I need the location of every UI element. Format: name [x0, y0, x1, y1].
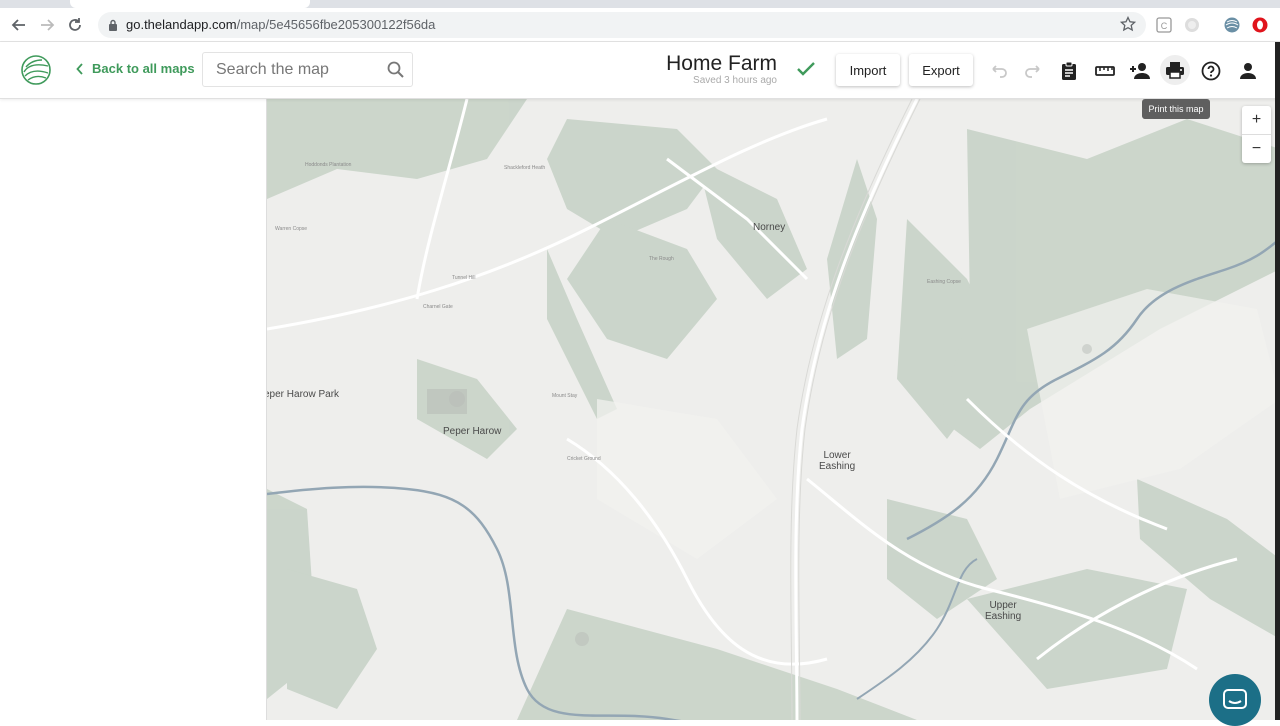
- extension-globe-icon[interactable]: [1183, 16, 1201, 34]
- back-arrow-icon[interactable]: [8, 14, 30, 36]
- small-label: The Rough: [649, 256, 674, 262]
- print-icon[interactable]: [1160, 55, 1190, 85]
- bookmark-star-icon[interactable]: [1120, 16, 1136, 32]
- undo-icon[interactable]: [985, 58, 1011, 84]
- back-to-all-maps-link[interactable]: Back to all maps: [76, 61, 195, 76]
- search-icon[interactable]: [386, 60, 406, 80]
- import-button[interactable]: Import: [836, 54, 900, 86]
- extension-icon[interactable]: C: [1155, 16, 1173, 34]
- zoom-control: + −: [1242, 106, 1271, 163]
- place-label-peper-harow-park: eper Harow Park: [267, 389, 340, 400]
- screen-edge: [1275, 42, 1280, 720]
- place-label-line: Eashing: [985, 611, 1022, 622]
- saved-check-icon: [797, 62, 815, 76]
- svg-text:C: C: [1161, 21, 1168, 31]
- place-label-lower-eashing: Lower Eashing: [819, 450, 855, 472]
- chat-launcher-button[interactable]: [1209, 674, 1261, 726]
- place-label-line: Eashing: [819, 461, 856, 472]
- reload-icon[interactable]: [64, 14, 86, 36]
- map-search-input[interactable]: [203, 53, 383, 86]
- map-search-box[interactable]: [202, 52, 413, 87]
- browser-toolbar: go.thelandapp.com/map/5e45656fbe20530012…: [0, 8, 1280, 42]
- map-name[interactable]: Home Farm: [640, 52, 777, 76]
- small-label: Hoddonds Plantation: [305, 162, 352, 168]
- clipboard-report-icon[interactable]: [1056, 58, 1082, 84]
- zoom-out-button[interactable]: −: [1242, 135, 1271, 163]
- redo-icon[interactable]: [1021, 58, 1047, 84]
- map-title-block: Home Farm Saved 3 hours ago: [640, 52, 777, 86]
- map-canvas[interactable]: Norney eper Harow Park Peper Harow Lower…: [267, 99, 1280, 720]
- opera-extension-icon[interactable]: [1251, 16, 1269, 34]
- left-sidebar: [0, 99, 267, 720]
- export-button[interactable]: Export: [909, 54, 973, 86]
- small-label: Charnel Gate: [423, 304, 453, 310]
- place-label-norney: Norney: [753, 222, 786, 233]
- place-label-line: Lower: [823, 450, 851, 461]
- small-label: Warren Copse: [275, 226, 308, 232]
- map-base-layer: [267, 99, 1280, 720]
- land-app-logo[interactable]: [20, 54, 52, 86]
- small-label: Cricket Ground: [567, 456, 601, 462]
- ruler-measure-icon[interactable]: [1092, 58, 1118, 84]
- url-text: go.thelandapp.com/map/5e45656fbe20530012…: [126, 17, 436, 32]
- back-link-label: Back to all maps: [92, 61, 195, 76]
- zoom-in-button[interactable]: +: [1242, 106, 1271, 134]
- small-label: Eashing Copse: [927, 279, 961, 285]
- place-label-peper-harow: Peper Harow: [443, 426, 502, 437]
- place-label-upper-eashing: Upper Eashing: [985, 600, 1021, 622]
- small-label: Mount Stay: [552, 393, 578, 399]
- small-label: Shackleford Heath: [504, 165, 546, 171]
- app-header: Back to all maps Home Farm Saved 3 hours…: [0, 42, 1280, 99]
- add-user-icon[interactable]: [1127, 58, 1153, 84]
- saved-status: Saved 3 hours ago: [693, 75, 777, 86]
- forward-arrow-icon[interactable]: [36, 14, 58, 36]
- small-label: Tunnel Hill: [452, 275, 476, 281]
- place-label-line: Upper: [989, 600, 1017, 611]
- print-tooltip: Print this map: [1142, 99, 1210, 119]
- lock-icon: [109, 19, 117, 31]
- address-bar[interactable]: go.thelandapp.com/map/5e45656fbe20530012…: [98, 12, 1146, 38]
- account-icon[interactable]: [1235, 58, 1261, 84]
- help-icon[interactable]: [1198, 58, 1224, 84]
- browser-active-tab[interactable]: [70, 0, 310, 8]
- chat-icon: [1223, 689, 1247, 709]
- land-app-extension-icon[interactable]: [1223, 16, 1241, 34]
- chevron-left-icon: [76, 62, 83, 75]
